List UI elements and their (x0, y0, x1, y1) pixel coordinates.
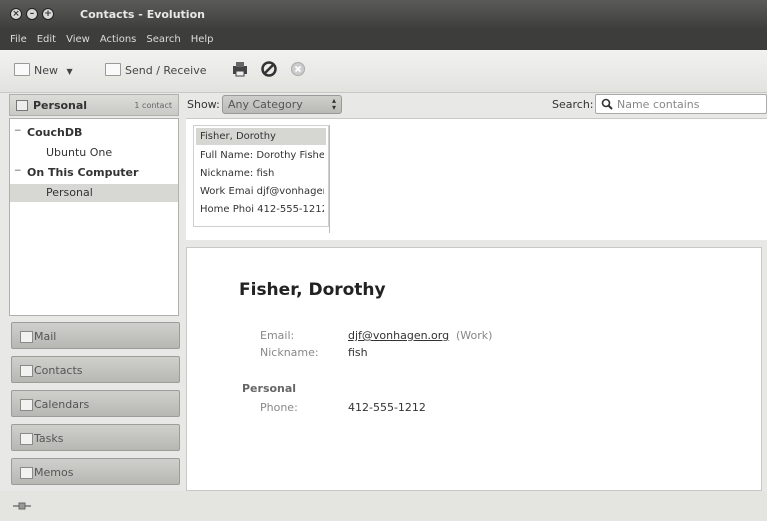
tree-item-personal[interactable]: Personal (10, 184, 178, 202)
email-link[interactable]: djf@vonhagen.org (348, 329, 449, 342)
contact-cards-view: Fisher, Dorothy Full Name: Dorothy Fishe… (186, 118, 767, 240)
sidebar-header: Personal 1 contact (9, 94, 179, 116)
tree-item-label: CouchDB (27, 126, 83, 139)
collapse-icon[interactable]: − (14, 166, 22, 176)
tree-item-ubuntu-one[interactable]: Ubuntu One (10, 144, 178, 162)
tree-item-on-this-computer[interactable]: − On This Computer (10, 164, 178, 182)
new-button[interactable]: New ▼ (14, 63, 73, 77)
minimize-window-button[interactable]: – (26, 8, 38, 20)
tree-item-couchdb[interactable]: − CouchDB (10, 124, 178, 142)
calendar-icon (20, 399, 33, 411)
menu-search[interactable]: Search (146, 30, 180, 45)
menu-edit[interactable]: Edit (37, 30, 56, 45)
personal-section-heading: Personal (242, 382, 297, 395)
nav-contacts-label: Contacts (34, 364, 83, 377)
menu-view[interactable]: View (66, 30, 90, 45)
nav-contacts-button[interactable]: Contacts (11, 356, 180, 383)
nav-tasks-label: Tasks (34, 432, 64, 445)
menu-file[interactable]: File (10, 30, 27, 45)
tasks-icon (20, 433, 33, 445)
toolbar: New ▼ Send / Receive (0, 50, 767, 93)
category-select[interactable]: Any Category ▴ ▾ (222, 95, 342, 114)
address-book-tree: − CouchDB Ubuntu One − On This Computer … (9, 118, 179, 316)
search-input[interactable]: Name contains (595, 94, 767, 114)
nav-mail-label: Mail (34, 330, 57, 343)
menu-bar: File Edit View Actions Search Help (0, 30, 767, 50)
phone-label: Phone: (260, 401, 298, 414)
email-type: (Work) (456, 329, 493, 342)
contact-card-line: Full Name: Dorothy Fisher (200, 150, 324, 161)
address-book-icon (16, 100, 28, 111)
sidebar-header-title: Personal (33, 99, 88, 112)
menu-help[interactable]: Help (191, 30, 214, 45)
title-bar: × – + Contacts - Evolution (0, 0, 767, 30)
contact-card-line: Home Phoi 412-555-1212 (200, 204, 324, 215)
contacts-icon (20, 365, 33, 377)
contact-card-name: Fisher, Dorothy (200, 131, 276, 142)
nickname-label: Nickname: (260, 346, 319, 359)
chevron-updown-icon: ▴ ▾ (331, 96, 336, 112)
contact-card-line: Work Emai djf@vonhagen.org (200, 186, 324, 197)
send-receive-icon (105, 63, 121, 76)
menu-actions[interactable]: Actions (100, 30, 137, 45)
close-window-button[interactable]: × (10, 8, 22, 20)
nav-calendars-label: Calendars (34, 398, 90, 411)
preview-contact-name: Fisher, Dorothy (239, 280, 386, 300)
email-label: Email: (260, 329, 295, 342)
send-receive-label: Send / Receive (125, 64, 207, 77)
collapse-icon[interactable]: − (14, 126, 22, 136)
filter-bar: Show: Any Category ▴ ▾ Search: Name conta… (186, 94, 767, 118)
contact-card[interactable]: Fisher, Dorothy Full Name: Dorothy Fishe… (193, 125, 329, 227)
phone-value: 412-555-1212 (348, 401, 426, 414)
print-button[interactable] (232, 61, 248, 80)
new-contact-icon (14, 63, 30, 76)
cancel-icon (291, 62, 305, 76)
nav-memos-button[interactable]: Memos (11, 458, 180, 485)
print-icon (233, 62, 247, 77)
tree-item-label: Ubuntu One (46, 146, 113, 159)
nickname-value: fish (348, 346, 368, 359)
tree-item-label: Personal (46, 186, 93, 199)
stop-button[interactable] (261, 61, 277, 80)
tree-item-label: On This Computer (27, 166, 139, 179)
send-receive-button[interactable]: Send / Receive (105, 63, 206, 77)
stop-icon (261, 61, 277, 77)
mail-icon (20, 331, 33, 343)
chevron-down-icon[interactable]: ▼ (67, 67, 73, 76)
contact-card-line: Nickname: fish (200, 168, 275, 179)
nav-calendars-button[interactable]: Calendars (11, 390, 180, 417)
cancel-button[interactable] (290, 61, 306, 80)
window-title: Contacts - Evolution (80, 8, 205, 21)
maximize-window-button[interactable]: + (42, 8, 54, 20)
online-status-icon[interactable] (13, 501, 31, 511)
show-label: Show: (187, 98, 220, 111)
category-select-value: Any Category (228, 98, 303, 111)
nav-mail-button[interactable]: Mail (11, 322, 180, 349)
search-label: Search: (552, 98, 594, 111)
sidebar-contact-count: 1 contact (134, 101, 172, 110)
status-bar (0, 491, 767, 521)
nav-tasks-button[interactable]: Tasks (11, 424, 180, 451)
memos-icon (20, 467, 33, 479)
nav-memos-label: Memos (34, 466, 74, 479)
new-button-label: New (34, 64, 58, 77)
contact-preview: Fisher, Dorothy Email: djf@vonhagen.org … (186, 247, 762, 491)
search-placeholder: Name contains (617, 98, 700, 111)
card-column-divider[interactable] (329, 125, 330, 233)
search-icon[interactable] (601, 98, 613, 110)
